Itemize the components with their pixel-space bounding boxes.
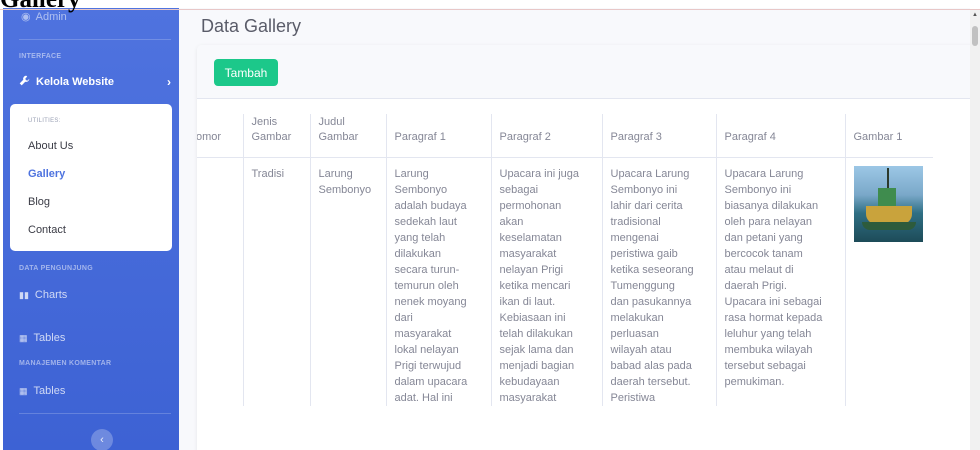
table-row: Tradisi Larung Sembonyo Larung Sembonyo …: [197, 156, 933, 406]
table-icon: ▦: [19, 332, 28, 343]
cell-gambar-1: [844, 156, 933, 406]
wrench-icon: [19, 75, 30, 89]
scrollbar-thumb[interactable]: [972, 26, 978, 46]
submenu-item-about-us[interactable]: About Us: [28, 140, 73, 152]
submenu-item-gallery[interactable]: Gallery: [28, 168, 65, 180]
main-content: Data Gallery Tambah omor Jenis Gambar Ju…: [179, 8, 970, 450]
document-rule: [0, 9, 980, 10]
cell-judul-gambar: Larung Sembonyo: [309, 156, 386, 406]
cell-paragraf-3: Upacara Larung Sembonyo ini lahir dari c…: [601, 156, 716, 406]
sidebar-heading-manajemen-komentar: MANAJEMEN KOMENTAR: [19, 360, 112, 367]
sidebar-heading-data-pengunjung: DATA PENGUNJUNG: [19, 265, 93, 272]
submenu-heading: UTILITIES:: [28, 118, 61, 124]
column-header-gambar-1: Gambar 1: [844, 114, 933, 158]
sidebar-item-label: Kelola Website: [36, 76, 115, 88]
utilities-submenu: UTILITIES: About Us Gallery Blog Contact: [10, 104, 172, 251]
card-header: Tambah: [197, 45, 970, 99]
page-title: Data Gallery: [201, 16, 302, 36]
column-header-nomor: omor: [197, 114, 243, 158]
chevron-right-icon: ›: [167, 75, 171, 89]
table-header-row: omor Jenis Gambar Judul Gambar Paragraf …: [197, 114, 933, 158]
sidebar-item-charts[interactable]: ▮▮ Charts: [19, 289, 67, 301]
cell-paragraf-2: Upacara ini juga sebagai permohonan akan…: [490, 156, 602, 406]
chevron-left-icon: ‹: [100, 434, 104, 446]
cell-jenis-gambar: Tradisi: [242, 156, 310, 406]
gallery-thumbnail-image[interactable]: [853, 165, 923, 242]
sidebar-item-kelola-website[interactable]: Kelola Website ›: [19, 75, 171, 89]
column-header-judul-gambar: Judul Gambar: [309, 114, 386, 158]
gallery-table: omor Jenis Gambar Judul Gambar Paragraf …: [197, 114, 933, 406]
sidebar-toggle-button[interactable]: ‹: [91, 429, 113, 450]
page-scrollbar[interactable]: ▲: [970, 10, 980, 450]
sidebar-divider: [19, 39, 171, 40]
document-heading: Gallery: [0, 0, 81, 13]
column-header-jenis-gambar: Jenis Gambar: [242, 114, 310, 158]
sidebar-item-label: Charts: [34, 289, 68, 301]
cell-paragraf-1: Larung Sembonyo adalah budaya sedekah la…: [385, 156, 491, 406]
cell-nomor: [197, 156, 243, 406]
sidebar-item-tables-komentar[interactable]: ▦ Tables: [19, 385, 65, 397]
column-header-paragraf-1: Paragraf 1: [385, 114, 491, 158]
table-icon: ▦: [19, 385, 28, 396]
sidebar-item-label: Tables: [33, 385, 66, 397]
sidebar: ◉ Admin INTERFACE Kelola Website › UTILI…: [3, 8, 179, 450]
sidebar-item-tables-pengunjung[interactable]: ▦ Tables: [19, 332, 65, 344]
sidebar-divider: [19, 413, 171, 414]
column-header-paragraf-4: Paragraf 4: [715, 114, 845, 158]
scroll-up-arrow-icon[interactable]: ▲: [972, 12, 978, 18]
sidebar-heading-interface: INTERFACE: [19, 53, 62, 60]
column-header-paragraf-3: Paragraf 3: [601, 114, 716, 158]
chart-icon: ▮▮: [19, 289, 29, 300]
sidebar-item-label: Tables: [33, 332, 66, 344]
submenu-item-blog[interactable]: Blog: [28, 196, 50, 208]
add-button[interactable]: Tambah: [214, 59, 278, 86]
gallery-card: Tambah omor Jenis Gambar Judul Gambar Pa…: [197, 45, 970, 450]
table-container[interactable]: omor Jenis Gambar Judul Gambar Paragraf …: [197, 98, 970, 450]
submenu-item-contact[interactable]: Contact: [28, 224, 66, 236]
cell-paragraf-4: Upacara Larung Sembonyo ini biasanya dil…: [715, 156, 845, 406]
column-header-paragraf-2: Paragraf 2: [490, 114, 602, 158]
